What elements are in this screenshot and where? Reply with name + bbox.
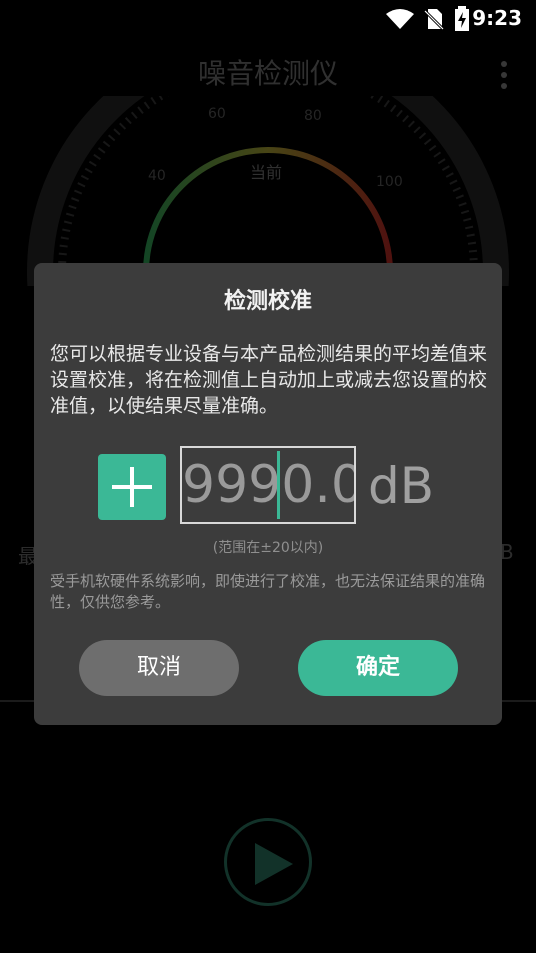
wifi-icon [386, 9, 414, 29]
calibration-value-input[interactable] [180, 446, 356, 524]
battery-charging-icon [455, 6, 469, 31]
no-sim-icon [424, 9, 444, 30]
dialog-title: 检测校准 [223, 289, 312, 314]
cancel-button[interactable]: 取消 [79, 640, 239, 696]
disclaimer-note: 受手机软硬件系统影响，即使进行了校准，也无法保证结果的准确性，仅供您参考。 [50, 572, 486, 611]
status-time: 9:23 [472, 6, 522, 30]
increase-button[interactable] [98, 454, 166, 520]
unit-label: dB [368, 457, 435, 515]
calibration-dialog: 检测校准 您可以根据专业设备与本产品检测结果的平均差值来设置校准，将在检测值上自… [34, 263, 502, 725]
range-hint: (范围在±20以内) [212, 540, 324, 556]
status-bar: 9:23 [0, 0, 536, 36]
confirm-button[interactable]: 确定 [298, 640, 458, 696]
text-caret [277, 451, 280, 519]
dialog-description: 您可以根据专业设备与本产品检测结果的平均差值来设置校准，将在检测值上自动加上或减… [50, 343, 488, 417]
plus-icon [130, 467, 134, 507]
